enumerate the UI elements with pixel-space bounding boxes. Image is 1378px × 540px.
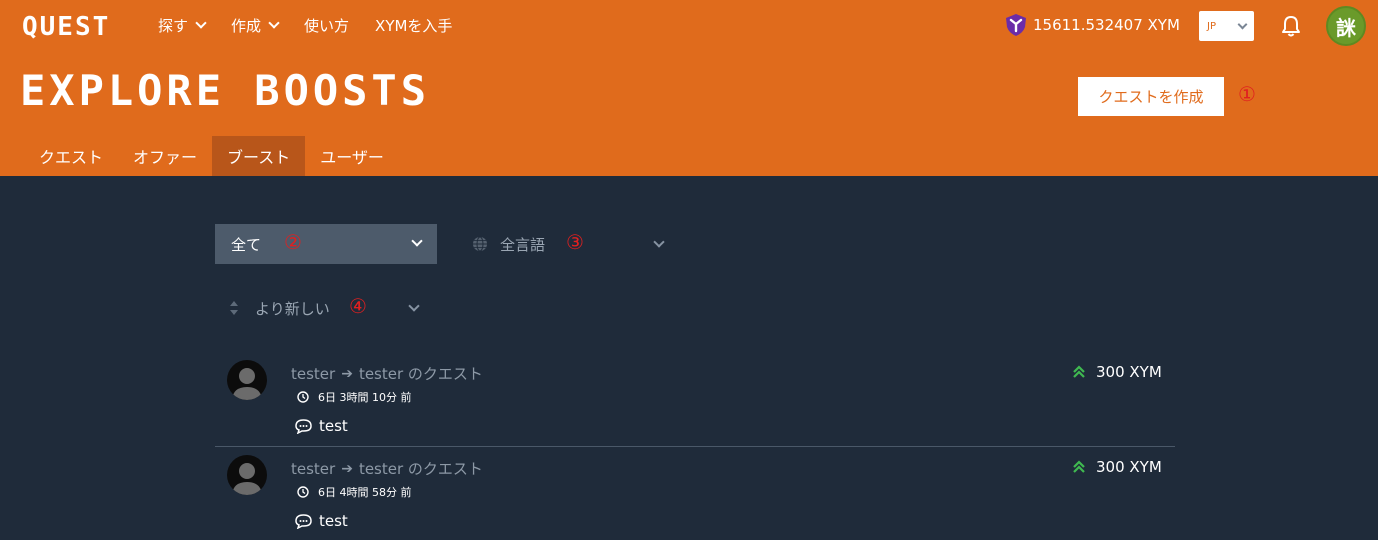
annotation-marker-3: ③ bbox=[566, 230, 584, 254]
boost-time-text: 6日 3時間 10分 前 bbox=[318, 391, 412, 404]
nav-how-to-label: 使い方 bbox=[304, 17, 350, 35]
boost-list-item[interactable]: tester ➔ tester のクエスト 6日 4時間 58分 前 test … bbox=[215, 447, 1175, 540]
nav-create-label: 作成 bbox=[231, 17, 262, 35]
tab-offers[interactable]: オファー bbox=[118, 136, 212, 176]
double-chevron-up-icon bbox=[1073, 460, 1085, 473]
arrow-right-icon: ➔ bbox=[341, 460, 353, 477]
arrow-right-icon: ➔ bbox=[341, 365, 353, 382]
boost-message-text: test bbox=[319, 512, 348, 530]
explore-tabs: クエスト オファー ブースト ユーザー bbox=[24, 136, 399, 176]
tab-users[interactable]: ユーザー bbox=[305, 136, 399, 176]
category-filter-select[interactable]: 全て bbox=[215, 224, 437, 264]
annotation-marker-1: ① bbox=[1238, 82, 1256, 106]
page-title: EXPLORE BOOSTS bbox=[20, 66, 431, 115]
boost-target-quest[interactable]: tester のクエスト bbox=[359, 363, 483, 384]
nav-explore[interactable]: 探す bbox=[158, 15, 207, 36]
clock-icon bbox=[297, 391, 309, 403]
boost-time-text: 6日 4時間 58分 前 bbox=[318, 486, 412, 499]
boost-title[interactable]: tester ➔ tester のクエスト bbox=[291, 458, 483, 479]
boost-title[interactable]: tester ➔ tester のクエスト bbox=[291, 363, 483, 384]
sort-icon bbox=[230, 301, 238, 315]
language-filter-value: 全言語 bbox=[500, 235, 546, 254]
boost-from[interactable]: tester bbox=[291, 460, 335, 478]
boost-message: test bbox=[295, 417, 348, 435]
main-nav: 探す 作成 使い方 XYMを入手 bbox=[158, 15, 478, 36]
sort-select-value: より新しい bbox=[255, 299, 330, 318]
chat-bubble-icon bbox=[295, 418, 312, 434]
boost-amount: 300 XYM bbox=[1073, 458, 1162, 476]
boost-message: test bbox=[295, 512, 348, 530]
nav-get-xym[interactable]: XYMを入手 bbox=[375, 15, 452, 36]
boost-amount: 300 XYM bbox=[1073, 363, 1162, 381]
top-header: QUEST 探す 作成 使い方 XYMを入手 15611.532407 XYM … bbox=[0, 0, 1378, 176]
user-avatar[interactable]: 詸 bbox=[1326, 6, 1366, 46]
nav-explore-label: 探す bbox=[158, 17, 189, 35]
default-user-icon bbox=[232, 368, 262, 400]
avatar-text: 詸 bbox=[1336, 15, 1356, 40]
chevron-down-icon bbox=[1237, 19, 1248, 29]
language-select[interactable]: JP bbox=[1199, 11, 1254, 41]
app-logo[interactable]: QUEST bbox=[22, 12, 110, 42]
nav-create[interactable]: 作成 bbox=[231, 15, 280, 36]
boost-time: 6日 3時間 10分 前 bbox=[297, 389, 411, 405]
boost-amount-value: 300 XYM bbox=[1096, 363, 1162, 381]
chevron-down-icon bbox=[408, 300, 420, 312]
language-select-value: JP bbox=[1207, 20, 1216, 32]
boost-from[interactable]: tester bbox=[291, 365, 335, 383]
symbol-shield-icon bbox=[1006, 14, 1026, 36]
boost-time: 6日 4時間 58分 前 bbox=[297, 484, 411, 500]
globe-icon bbox=[473, 236, 487, 252]
balance-amount: 15611.532407 XYM bbox=[1033, 16, 1180, 34]
boost-amount-value: 300 XYM bbox=[1096, 458, 1162, 476]
chevron-down-icon bbox=[195, 17, 207, 29]
nav-get-xym-label: XYMを入手 bbox=[375, 17, 453, 35]
clock-icon bbox=[297, 486, 309, 498]
sort-select[interactable]: より新しい bbox=[215, 288, 427, 328]
annotation-marker-4: ④ bbox=[349, 294, 367, 318]
boost-target-quest[interactable]: tester のクエスト bbox=[359, 458, 483, 479]
chevron-down-icon bbox=[268, 17, 280, 29]
annotation-marker-2: ② bbox=[284, 230, 302, 254]
double-chevron-up-icon bbox=[1073, 365, 1085, 378]
tab-quests[interactable]: クエスト bbox=[24, 136, 118, 176]
wallet-balance[interactable]: 15611.532407 XYM bbox=[1004, 13, 1180, 37]
boost-list-item[interactable]: tester ➔ tester のクエスト 6日 3時間 10分 前 test … bbox=[215, 352, 1175, 447]
chevron-down-icon bbox=[653, 236, 665, 248]
chat-bubble-icon bbox=[295, 513, 312, 529]
tab-boosts[interactable]: ブースト bbox=[212, 136, 306, 176]
category-filter-value: 全て bbox=[231, 235, 262, 254]
avatar[interactable] bbox=[227, 360, 267, 400]
default-user-icon bbox=[232, 463, 262, 495]
nav-how-to[interactable]: 使い方 bbox=[304, 15, 349, 36]
create-quest-button[interactable]: クエストを作成 bbox=[1078, 77, 1224, 116]
boost-message-text: test bbox=[319, 417, 348, 435]
bell-icon[interactable] bbox=[1280, 14, 1302, 38]
avatar[interactable] bbox=[227, 455, 267, 495]
chevron-down-icon bbox=[411, 235, 423, 247]
